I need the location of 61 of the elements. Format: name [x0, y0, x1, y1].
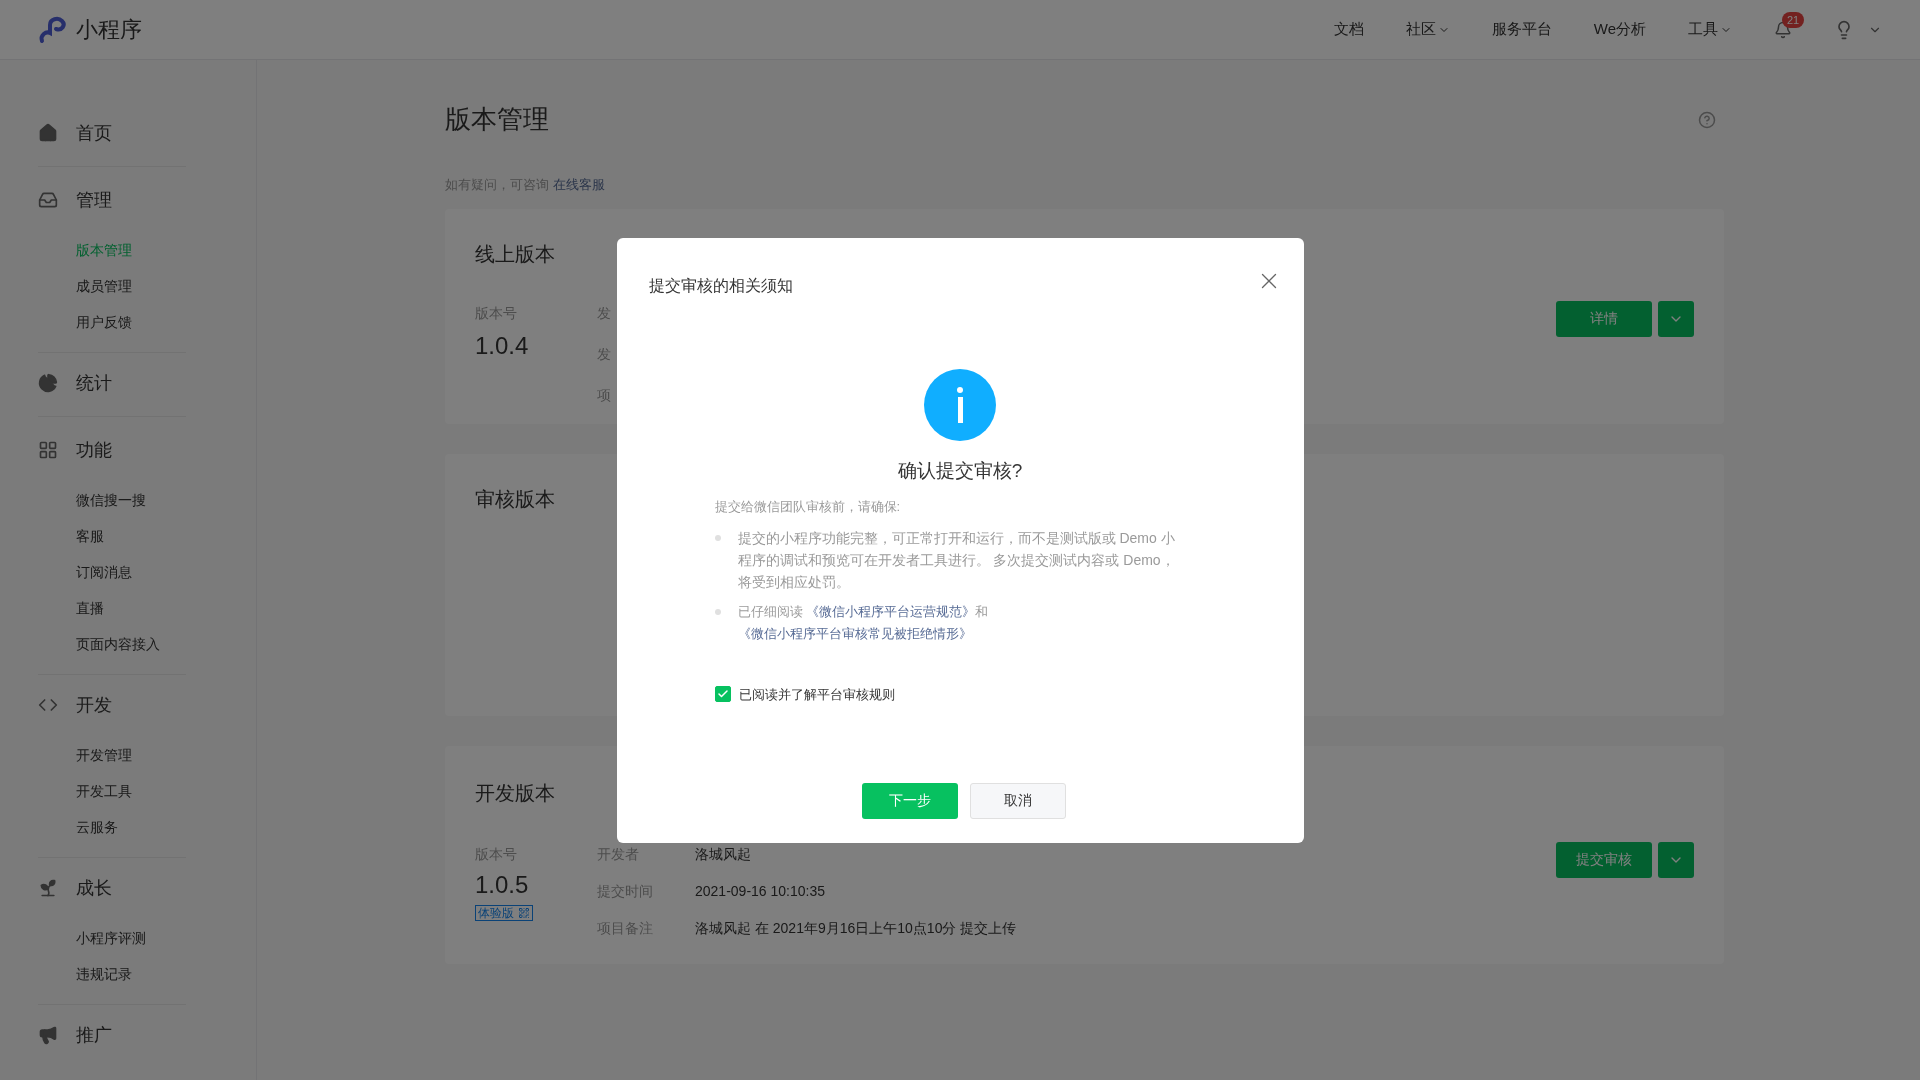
nav-link[interactable]: 工具 [1688, 18, 1718, 41]
sidebar-section[interactable]: 首页 [76, 119, 112, 147]
rejection-link[interactable]: 《微信小程序平台审核常见被拒绝情形》 [737, 625, 972, 641]
nav-link[interactable]: 服务平台 [1491, 18, 1552, 41]
bullet-icon [714, 608, 721, 615]
sidebar-item[interactable]: 用户反馈 [76, 304, 132, 340]
sidebar-section[interactable]: 成长 [76, 874, 112, 902]
checkbox-label: 已阅读并了解平台审核规则 [738, 685, 895, 704]
sidebar-item[interactable]: 页面内容接入 [76, 626, 160, 662]
cancel-button[interactable]: 取消 [970, 782, 1066, 819]
pie-chart-icon [38, 373, 58, 393]
card-title: 开发版本 [475, 780, 555, 806]
dialog-title: 提交审核的相关须知 [648, 275, 793, 296]
notice-text: 已仔细阅读 《微信小程序平台运营规范》和 《微信小程序平台审核常见被拒绝情形》 [737, 602, 990, 643]
sidebar-item[interactable]: 开发管理 [76, 737, 132, 773]
logo-icon [38, 14, 68, 45]
notification-badge: 21 [1782, 11, 1805, 28]
grid-icon [38, 440, 58, 460]
version-number: 1.0.4 [475, 330, 529, 361]
sidebar-item[interactable]: 违规记录 [76, 956, 132, 992]
nav-link[interactable]: 文档 [1333, 18, 1364, 41]
help-icon[interactable] [1698, 110, 1716, 129]
sidebar-item[interactable]: 客服 [76, 518, 104, 554]
rules-link[interactable]: 《微信小程序平台运营规范》 [806, 603, 976, 619]
sidebar-item[interactable]: 小程序评测 [76, 920, 146, 956]
version-number: 1.0.5 [475, 869, 529, 900]
sprout-icon [38, 878, 58, 898]
next-button[interactable]: 下一步 [862, 782, 958, 819]
sidebar-item[interactable]: 云服务 [76, 809, 118, 845]
page-title: 版本管理 [445, 103, 549, 136]
sidebar-item[interactable]: 微信搜一搜 [76, 482, 146, 518]
dropdown-button[interactable] [1658, 841, 1694, 878]
field-value: 洛城风起 在 2021年9月16日上午10点10分 提交上传 [695, 918, 1017, 938]
intro-text: 提交给微信团队审核前，请确保: [714, 498, 901, 516]
sidebar-item[interactable]: 订阅消息 [76, 554, 132, 590]
nav-link[interactable]: We分析 [1593, 18, 1646, 41]
field-value: 2021-09-16 10:10:35 [695, 881, 825, 901]
trial-badge[interactable]: 体验版 [475, 904, 533, 921]
dropdown-button[interactable] [1658, 300, 1694, 337]
bullet-icon [714, 534, 721, 541]
sidebar-item[interactable]: 成员管理 [76, 268, 132, 304]
qr-code-icon [518, 906, 530, 919]
sidebar-section[interactable]: 开发 [76, 691, 112, 719]
agreement-checkbox[interactable] [714, 686, 731, 703]
sidebar-item[interactable]: 直播 [76, 590, 104, 626]
sidebar-section[interactable]: 统计 [76, 369, 112, 397]
sidebar-section[interactable]: 功能 [76, 436, 112, 464]
sidebar-item[interactable]: 开发工具 [76, 773, 132, 809]
field-value: 洛城风起 [695, 844, 751, 864]
home-icon [38, 123, 58, 143]
help-link[interactable]: 在线客服 [553, 175, 605, 195]
card-title: 审核版本 [475, 486, 555, 512]
notice-text: 提交的小程序功能完整，可正常打开和运行，而不是测试版或 Demo 小程序的调试和预览可在开发者工具进行。 多次提交测试内容或 Demo，将受到相应处罚。 [737, 528, 1176, 592]
megaphone-icon [38, 1025, 58, 1045]
inbox-icon [38, 190, 58, 210]
nav-link[interactable]: 社区 [1405, 18, 1436, 41]
sidebar-section[interactable]: 推广 [76, 1021, 112, 1049]
card-title: 线上版本 [475, 241, 555, 267]
logo-text: 小程序 [76, 16, 142, 44]
sidebar-section[interactable]: 管理 [76, 186, 112, 214]
dialog-heading: 确认提交审核? [897, 458, 1023, 483]
